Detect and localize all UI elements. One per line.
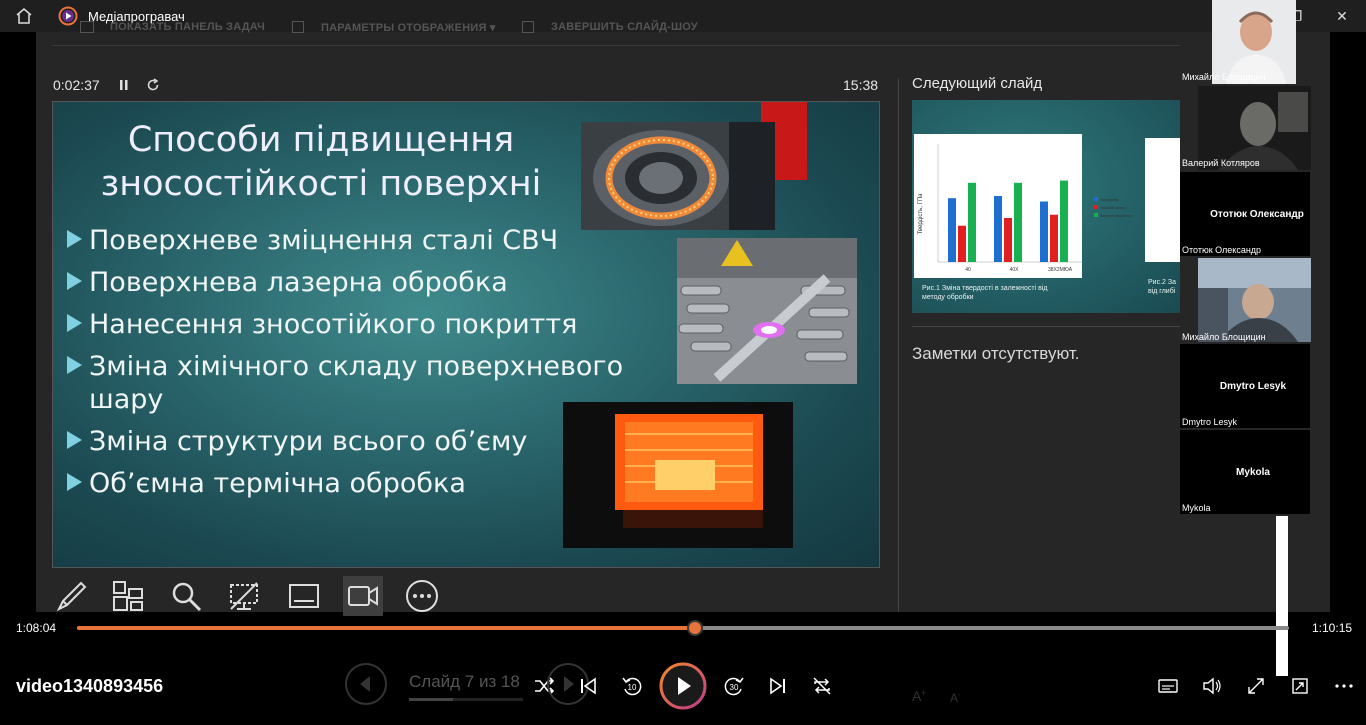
play-button[interactable]	[658, 661, 708, 711]
current-slide: Способи підвищення зносостійкості поверх…	[52, 101, 880, 568]
taskbar-icon	[80, 21, 94, 33]
panel-divider	[898, 78, 899, 612]
chart-cat: 38Х2МЮА	[1048, 267, 1073, 273]
repeat-off-icon[interactable]	[802, 666, 842, 706]
prev-slide-icon[interactable]	[344, 662, 388, 706]
forward-30-icon[interactable]: 30	[714, 666, 754, 706]
participant-name: Валерий Котляров	[1182, 158, 1260, 168]
chart-ylabel: Твердість, ГПа	[918, 193, 924, 235]
legend-entry: Гартування	[1094, 196, 1134, 204]
more-menu-icon[interactable]	[1324, 666, 1364, 706]
font-increase-icon: A+	[912, 688, 927, 704]
font-decrease-icon: A-	[950, 690, 961, 705]
bullet-item: Нанесення зносотійкого покриття	[65, 308, 625, 341]
media-filename: video1340893456	[16, 676, 164, 696]
participant-video[interactable]	[1198, 258, 1311, 342]
restart-timer-icon[interactable]	[146, 78, 160, 92]
participant-initials: Dmytro Lesyk	[1219, 381, 1287, 392]
next-legend-area: Гартування Хімічний вплив Лазерне зміцне…	[1094, 196, 1134, 220]
participant-name: Mykola	[1182, 503, 1211, 513]
slide-counter: Слайд 7 из 18	[409, 672, 520, 691]
speaker-notes: Заметки отсутствуют.	[912, 344, 1080, 363]
subtitles-icon[interactable]	[284, 576, 324, 616]
fullscreen-icon[interactable]	[1236, 666, 1276, 706]
next-track-icon[interactable]	[758, 666, 798, 706]
notes-separator	[912, 326, 1180, 327]
chart-bar	[994, 196, 1002, 262]
chart-bar	[1060, 180, 1068, 262]
seek-bar-progress	[77, 626, 696, 630]
black-screen-icon[interactable]	[224, 576, 264, 616]
end-slideshow-button[interactable]: ЗАВЕРШИТЬ СЛАЙД-ШОУ	[551, 21, 698, 33]
toolbar-divider	[52, 45, 1180, 46]
app-logo-icon	[58, 6, 78, 26]
display-settings-icon	[292, 21, 304, 33]
mini-player-icon[interactable]	[1280, 666, 1320, 706]
pen-tool-icon[interactable]	[52, 576, 92, 616]
end-show-icon	[522, 21, 534, 33]
more-options-icon[interactable]	[402, 576, 442, 616]
chart-card: Твердість, ГПа 40 40Х 38Х2МЮА	[914, 134, 1082, 278]
chart-bar	[948, 198, 956, 262]
chart-bar	[1050, 214, 1058, 262]
home-icon[interactable]	[14, 6, 34, 26]
zoom-icon[interactable]	[166, 576, 206, 616]
bullet-item: Зміна хімічного складу поверхневого шару	[65, 350, 625, 416]
show-taskbar-button[interactable]: ПОКАЗАТЬ ПАНЕЛЬ ЗАДАЧ	[110, 21, 265, 33]
next-chart: Твердість, ГПа 40 40Х 38Х2МЮА	[918, 144, 1082, 273]
panel-scrollbar[interactable]	[1276, 516, 1288, 676]
svg-text:10: 10	[628, 683, 637, 692]
next-slide-preview[interactable]: Твердість, ГПа 40 40Х 38Х2МЮА Гартування…	[912, 100, 1180, 313]
participant-initials: Ототюк Олександр	[1210, 209, 1304, 220]
previous-track-icon[interactable]	[568, 666, 608, 706]
laser-processing-photo	[677, 238, 857, 384]
furnace-photo	[563, 402, 793, 548]
display-settings-button[interactable]: ПАРАМЕТРЫ ОТОБРАЖЕНИЯ ▾	[321, 21, 496, 34]
chart-cat: 40	[965, 267, 971, 273]
slide-bullets: Поверхневе зміцнення сталі СВЧ Поверхнев…	[65, 224, 625, 509]
bullet-item: Поверхневе зміцнення сталі СВЧ	[65, 224, 625, 257]
seek-handle[interactable]	[687, 620, 704, 636]
bullet-item: Об’ємна термічна обробка	[65, 467, 625, 500]
legend-entry: Хімічний вплив	[1094, 204, 1134, 212]
chart-cat: 40Х	[1010, 267, 1020, 273]
close-icon[interactable]: ✕	[1332, 6, 1352, 26]
clock: 15:38	[843, 77, 879, 93]
slide-counter-bar	[409, 698, 523, 701]
current-time: 1:08:04	[16, 621, 57, 635]
captions-icon[interactable]	[1148, 666, 1188, 706]
chart-bar	[1014, 182, 1022, 262]
volume-icon[interactable]	[1192, 666, 1232, 706]
induction-coil-photo	[581, 122, 775, 230]
participant-initials: Mykola	[1236, 467, 1270, 478]
rewind-10-icon[interactable]: 10	[612, 666, 652, 706]
participants-panel: Михайло Блощицин Валерий Котляров Ототюк…	[1180, 0, 1311, 680]
second-chart-card	[1145, 138, 1180, 262]
participant-name: Михайло Блощицин	[1182, 332, 1266, 342]
participant-name: Ототюк Олександр	[1182, 245, 1262, 255]
elapsed-timer: 0:02:37	[53, 77, 100, 93]
participant-name: Dmytro Lesyk	[1182, 417, 1238, 427]
bullet-item: Поверхнева лазерна обробка	[65, 266, 625, 299]
pause-timer-icon[interactable]	[118, 78, 130, 92]
caption-1: Рис.1 Зміна твердості в залежності від м…	[922, 285, 1048, 301]
svg-text:30: 30	[730, 683, 739, 692]
legend-entry: Лазерне зміцнення	[1094, 212, 1134, 220]
chart-bar	[958, 225, 966, 262]
chart-bar	[1040, 201, 1048, 262]
camera-icon[interactable]	[343, 576, 383, 616]
participant-name: Михайло Блощицин	[1182, 72, 1266, 82]
slide-title: Способи підвищення зносостійкості поверх…	[100, 120, 542, 204]
total-time: 1:10:15	[1312, 621, 1353, 635]
chart-bar	[968, 182, 976, 262]
next-slide-label[interactable]: Следующий слайд	[912, 75, 1042, 92]
chart-bar	[1004, 218, 1012, 262]
see-all-slides-icon[interactable]	[108, 576, 148, 616]
bullet-item: Зміна структури всього об’єму	[65, 425, 625, 458]
caption-2: Рис.2 За від глибі	[1148, 279, 1176, 295]
